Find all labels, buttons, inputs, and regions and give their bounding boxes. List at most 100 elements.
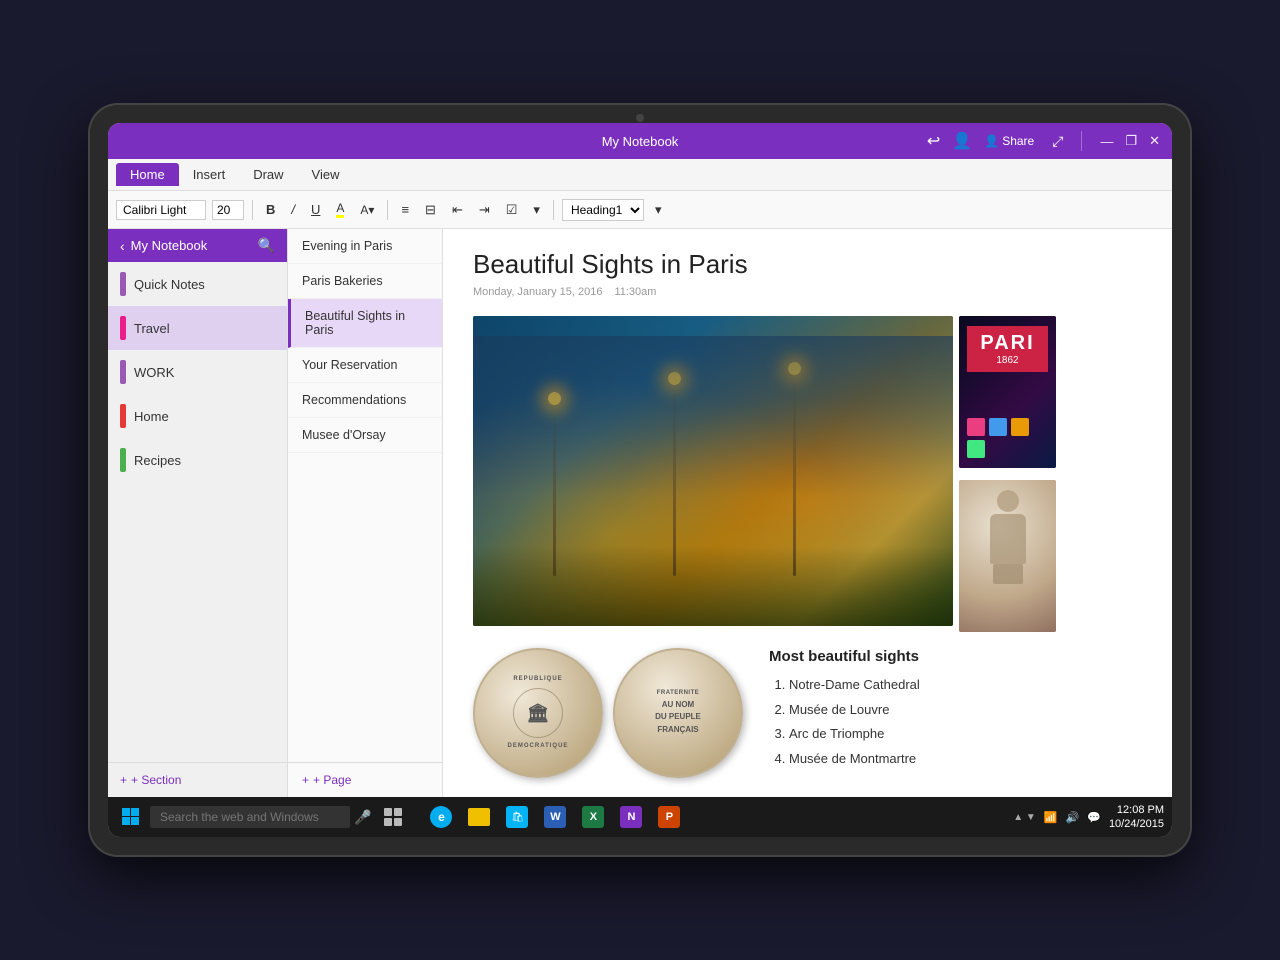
bullet-list-button[interactable]: ≡	[396, 200, 414, 219]
store-button[interactable]: 🛍	[499, 799, 535, 835]
sights-ordered-list: Notre-Dame Cathedral Musée de Louvre Arc…	[769, 673, 1142, 772]
close-button[interactable]: ✕	[1149, 133, 1160, 149]
italic-button[interactable]: /	[286, 200, 300, 219]
coin1-inner: 🏛	[513, 688, 563, 738]
task-view-button[interactable]	[375, 799, 411, 835]
underline-button[interactable]: U	[306, 200, 325, 219]
section-item-recipes[interactable]: Recipes	[108, 438, 287, 482]
checkbox-dropdown[interactable]: ▾	[528, 200, 545, 220]
excel-button[interactable]: X	[575, 799, 611, 835]
coin-1: REPUBLIQUE 🏛 DEMOCRATIQUE	[473, 648, 603, 778]
checkbox-button[interactable]: ☑	[501, 200, 523, 220]
page-item-reservation[interactable]: Your Reservation	[288, 348, 442, 383]
network-icon[interactable]: 📶	[1044, 811, 1058, 824]
section-color-home	[120, 404, 126, 428]
folder-button[interactable]	[461, 799, 497, 835]
taskbar-time: 12:08 PM	[1109, 803, 1164, 817]
onenote-button[interactable]: N	[613, 799, 649, 835]
tab-insert[interactable]: Insert	[179, 163, 240, 186]
windows-start-button[interactable]	[116, 802, 146, 832]
volume-icon[interactable]: 🔊	[1066, 811, 1080, 824]
coins-container: REPUBLIQUE 🏛 DEMOCRATIQUE FRATERNITE	[473, 648, 743, 778]
sections-header: ‹ My Notebook 🔍	[108, 229, 287, 262]
font-size-input[interactable]	[212, 200, 244, 220]
title-bar-right: ↩ 👤 👤 Share ⤢ — ❐ ✕	[927, 131, 1160, 151]
page-item-bakeries[interactable]: Paris Bakeries	[288, 264, 442, 299]
indent-decrease-button[interactable]: ⇤	[447, 200, 468, 220]
toolbar-separator-1	[252, 200, 253, 220]
indent-increase-button[interactable]: ⇥	[474, 200, 495, 220]
edge-icon: e	[430, 806, 452, 828]
title-bar: My Notebook ↩ 👤 👤 Share ⤢ — ❐ ✕	[108, 123, 1172, 159]
coin2-au-nom: AU NOM	[655, 699, 701, 712]
font-name-input[interactable]	[116, 200, 206, 220]
page-item-musee[interactable]: Musee d'Orsay	[288, 418, 442, 453]
section-color-quicknotes	[120, 272, 126, 296]
minimize-button[interactable]: —	[1100, 134, 1113, 149]
main-area: ‹ My Notebook 🔍 Quick Notes Travel WORK	[108, 229, 1172, 797]
note-area[interactable]: Beautiful Sights in Paris Monday, Januar…	[443, 229, 1172, 797]
powerpoint-button[interactable]: P	[651, 799, 687, 835]
sculpture-body	[990, 514, 1026, 564]
toolbar-separator-2	[387, 200, 388, 220]
section-item-travel[interactable]: Travel	[108, 306, 287, 350]
section-color-travel	[120, 316, 126, 340]
word-button[interactable]: W	[537, 799, 573, 835]
bold-button[interactable]: B	[261, 200, 280, 219]
user-icon[interactable]: 👤	[952, 131, 972, 151]
undo-icon[interactable]: ↩	[927, 131, 940, 151]
search-icon[interactable]: 🔍	[258, 237, 275, 254]
back-button[interactable]: ‹	[120, 238, 125, 254]
tab-draw[interactable]: Draw	[239, 163, 297, 186]
add-section-button[interactable]: + + Section	[120, 773, 181, 787]
share-button[interactable]: 👤 Share	[984, 134, 1034, 148]
section-item-home[interactable]: Home	[108, 394, 287, 438]
heading-select[interactable]: Heading1 Heading2 Normal	[562, 199, 644, 221]
taskbar-search-input[interactable]	[150, 806, 350, 828]
notification-icon[interactable]: 💬	[1087, 811, 1101, 824]
sculpture-head	[997, 490, 1019, 512]
highlight-button[interactable]: A	[331, 199, 349, 220]
tab-home[interactable]: Home	[116, 163, 179, 186]
section-label-work: WORK	[134, 365, 174, 380]
section-item-quicknotes[interactable]: Quick Notes	[108, 262, 287, 306]
page-item-recommendations[interactable]: Recommendations	[288, 383, 442, 418]
powerpoint-icon: P	[658, 806, 680, 828]
taskbar: 🎤 e 🛍	[108, 797, 1172, 837]
sections-footer: + + Section	[108, 762, 287, 797]
edge-button[interactable]: e	[423, 799, 459, 835]
page-item-beautiful-sights[interactable]: Beautiful Sights in Paris	[288, 299, 442, 348]
paris-year-text: 1862	[971, 355, 1044, 366]
coin2-text: FRATERNITE AU NOM DU PEUPLE FRANÇAIS	[647, 681, 709, 745]
page-item-evening[interactable]: Evening in Paris	[288, 229, 442, 264]
sights-list: Most beautiful sights Notre-Dame Cathedr…	[759, 648, 1142, 772]
restore-button[interactable]: ❐	[1125, 133, 1137, 149]
font-color-button[interactable]: A▾	[355, 201, 379, 219]
section-color-recipes	[120, 448, 126, 472]
heading-dropdown[interactable]: ▾	[650, 200, 667, 220]
add-section-label: + Section	[131, 773, 181, 787]
note-images: PARI 1862	[473, 316, 1142, 632]
tab-view[interactable]: View	[298, 163, 354, 186]
taskbar-expand-icon[interactable]: ▲ ▼	[1013, 812, 1036, 823]
add-page-button[interactable]: + + Page	[302, 773, 351, 787]
coin1-text: REPUBLIQUE 🏛 DEMOCRATIQUE	[500, 667, 577, 759]
menu-bar: Home Insert Draw View	[108, 159, 1172, 191]
plus-page-icon: +	[302, 773, 309, 787]
note-time: 11:30am	[614, 286, 656, 298]
section-color-work	[120, 360, 126, 384]
section-item-work[interactable]: WORK	[108, 350, 287, 394]
paris-sign-text: PARI	[971, 332, 1044, 355]
numbered-list-button[interactable]: ⊟	[420, 200, 441, 220]
microphone-icon[interactable]: 🎤	[354, 809, 371, 826]
expand-icon[interactable]: ⤢	[1052, 133, 1063, 150]
sight-4: Musée de Montmartre	[789, 747, 1142, 772]
time-block: 12:08 PM 10/24/2015	[1109, 803, 1164, 832]
excel-icon: X	[582, 806, 604, 828]
taskbar-apps: e 🛍 W X N P	[423, 799, 687, 835]
coin1-bottom-text: DEMOCRATIQUE	[508, 742, 569, 751]
task-view-icon	[383, 807, 403, 827]
note-meta: Monday, January 15, 2016 11:30am	[473, 286, 1142, 298]
note-date: Monday, January 15, 2016	[473, 286, 602, 298]
plus-section-icon: +	[120, 773, 127, 787]
